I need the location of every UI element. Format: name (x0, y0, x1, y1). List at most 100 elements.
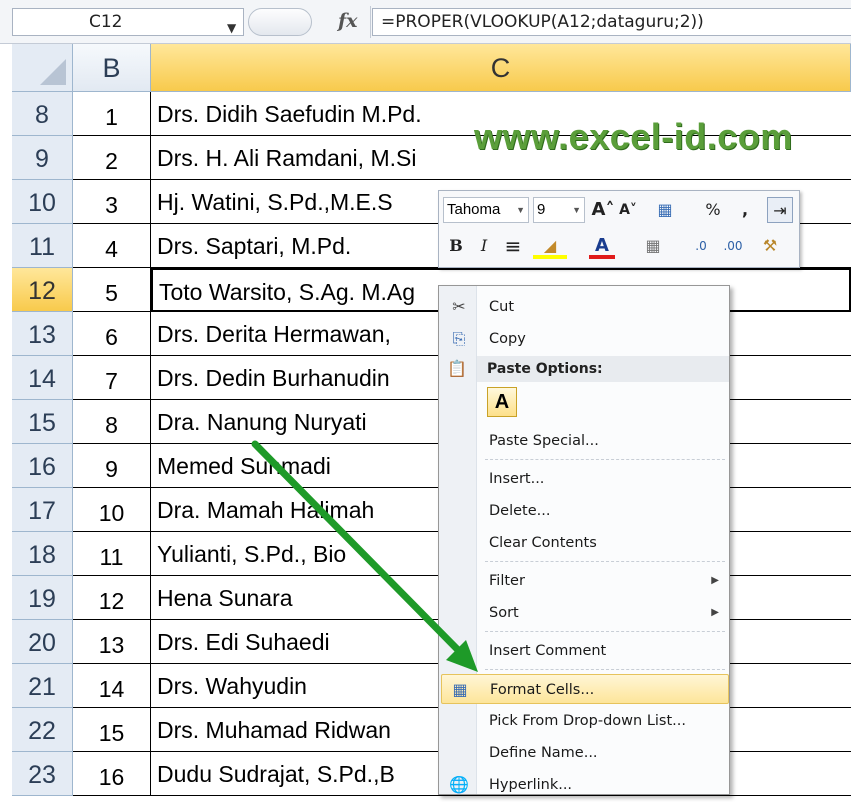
menu-item-label: Filter (489, 573, 525, 589)
cell-b[interactable]: 3 (73, 180, 151, 224)
row-header[interactable]: 18 (12, 532, 73, 576)
context-menu: ✂ Cut ⎘ Copy 📋 Paste Options: A Paste Sp… (438, 285, 730, 795)
font-color-icon[interactable]: A (589, 233, 615, 259)
menu-item-label: Define Name... (489, 745, 598, 761)
menu-item-hyperlink[interactable]: 🌐 Hyperlink... (441, 770, 729, 800)
decrease-decimal-icon[interactable]: .00 (719, 233, 747, 259)
cell-b[interactable]: 4 (73, 224, 151, 268)
row-header-active[interactable]: 12 (12, 268, 73, 312)
column-header-b[interactable]: B (73, 44, 151, 92)
copy-icon: ⎘ (452, 329, 466, 348)
row-header[interactable]: 23 (12, 752, 73, 796)
menu-item-label: Insert Comment (489, 643, 607, 659)
menu-item-delete[interactable]: Delete... (441, 496, 729, 526)
row-header[interactable]: 22 (12, 708, 73, 752)
cell-b[interactable]: 9 (73, 444, 151, 488)
row-header[interactable]: 14 (12, 356, 73, 400)
paste-values-button[interactable]: A (487, 387, 517, 417)
comma-style-icon[interactable]: , (737, 197, 753, 223)
bold-icon[interactable]: B (445, 233, 467, 259)
menu-item-label: Hyperlink... (489, 777, 573, 793)
row-header[interactable]: 11 (12, 224, 73, 268)
menu-item-insert[interactable]: Insert... (441, 464, 729, 494)
watermark-text: www.excel-id.com (474, 116, 793, 157)
select-all-corner[interactable] (12, 44, 73, 92)
menu-item-pick-list[interactable]: Pick From Drop-down List... (441, 706, 729, 736)
font-size-select[interactable]: 9 ▼ (533, 197, 585, 223)
submenu-arrow-icon: ▶ (711, 607, 719, 618)
formula-input[interactable]: =PROPER(VLOOKUP(A12;dataguru;2)) (372, 8, 851, 36)
font-name-value: Tahoma (447, 201, 501, 218)
cell-b[interactable]: 2 (73, 136, 151, 180)
menu-item-sort[interactable]: Sort ▶ (441, 598, 729, 628)
insert-function-icon[interactable]: fx (338, 10, 358, 32)
paste-options-header: Paste Options: (477, 356, 729, 382)
menu-item-cut[interactable]: ✂ Cut (441, 292, 729, 322)
fill-color-icon[interactable]: ◢ (533, 233, 567, 259)
row-header[interactable]: 17 (12, 488, 73, 532)
menu-item-format-cells[interactable]: ▦ Format Cells... (441, 674, 729, 704)
menu-item-paste-special[interactable]: Paste Special... (441, 426, 729, 456)
font-name-select[interactable]: Tahoma ▼ (443, 197, 529, 223)
cell-b[interactable]: 6 (73, 312, 151, 356)
increase-decimal-icon[interactable]: .0 (689, 233, 713, 259)
row-header[interactable]: 10 (12, 180, 73, 224)
cell-b[interactable]: 10 (73, 488, 151, 532)
shrink-font-icon[interactable]: A˅ (617, 197, 639, 223)
cell-b[interactable]: 5 (73, 268, 151, 312)
chevron-down-icon: ▼ (572, 205, 581, 215)
cell-b[interactable]: 11 (73, 532, 151, 576)
menu-item-label: Paste Special... (489, 433, 599, 449)
menu-separator (485, 459, 725, 460)
select-all-triangle-icon (40, 59, 66, 85)
menu-separator (485, 669, 725, 670)
menu-item-label: Cut (489, 299, 514, 315)
row-header[interactable]: 9 (12, 136, 73, 180)
menu-item-insert-comment[interactable]: Insert Comment (441, 636, 729, 666)
row-header[interactable]: 8 (12, 92, 73, 136)
scissors-icon: ✂ (452, 297, 466, 316)
font-size-value: 9 (537, 201, 546, 218)
name-box-dropdown-icon[interactable]: ▼ (227, 15, 236, 41)
menu-item-define-name[interactable]: Define Name... (441, 738, 729, 768)
name-box[interactable]: C12 ▼ (12, 8, 244, 36)
column-header-c[interactable]: C (151, 44, 851, 92)
submenu-arrow-icon: ▶ (711, 575, 719, 586)
italic-icon[interactable]: I (473, 233, 495, 259)
cell-b[interactable]: 16 (73, 752, 151, 796)
menu-item-label: Insert... (489, 471, 545, 487)
menu-item-label: Format Cells... (490, 682, 595, 698)
menu-item-label: Copy (489, 331, 526, 347)
row-header[interactable]: 16 (12, 444, 73, 488)
cell-b[interactable]: 14 (73, 664, 151, 708)
cell-b[interactable]: 13 (73, 620, 151, 664)
menu-item-label: Clear Contents (489, 535, 597, 551)
merge-center-icon[interactable]: ⇥ (767, 197, 793, 223)
row-header[interactable]: 19 (12, 576, 73, 620)
cell-b[interactable]: 7 (73, 356, 151, 400)
cell-b[interactable]: 12 (73, 576, 151, 620)
menu-item-copy[interactable]: ⎘ Copy (441, 324, 729, 354)
formula-bar-resize-handle[interactable] (248, 8, 312, 36)
row-header[interactable]: 20 (12, 620, 73, 664)
cell-b[interactable]: 8 (73, 400, 151, 444)
align-center-icon[interactable]: ≡ (501, 233, 525, 259)
format-painter-icon[interactable]: ⚒ (757, 233, 783, 259)
menu-separator (485, 631, 725, 632)
row-header[interactable]: 15 (12, 400, 73, 444)
menu-separator (485, 561, 725, 562)
cell-b[interactable]: 15 (73, 708, 151, 752)
percent-style-icon[interactable]: % (703, 197, 723, 223)
formula-bar-divider (370, 6, 371, 38)
mini-toolbar: Tahoma ▼ 9 ▼ A˄ A˅ ▦ % , ⇥ B I ≡ ◢ A ▦ .… (438, 190, 800, 268)
row-header[interactable]: 21 (12, 664, 73, 708)
accounting-format-icon[interactable]: ▦ (651, 197, 679, 223)
format-cells-icon: ▦ (452, 680, 468, 699)
grow-font-icon[interactable]: A˄ (591, 197, 615, 223)
menu-item-filter[interactable]: Filter ▶ (441, 566, 729, 596)
menu-item-label: Delete... (489, 503, 551, 519)
row-header[interactable]: 13 (12, 312, 73, 356)
borders-icon[interactable]: ▦ (639, 233, 667, 259)
menu-item-clear-contents[interactable]: Clear Contents (441, 528, 729, 558)
cell-b[interactable]: 1 (73, 92, 151, 136)
